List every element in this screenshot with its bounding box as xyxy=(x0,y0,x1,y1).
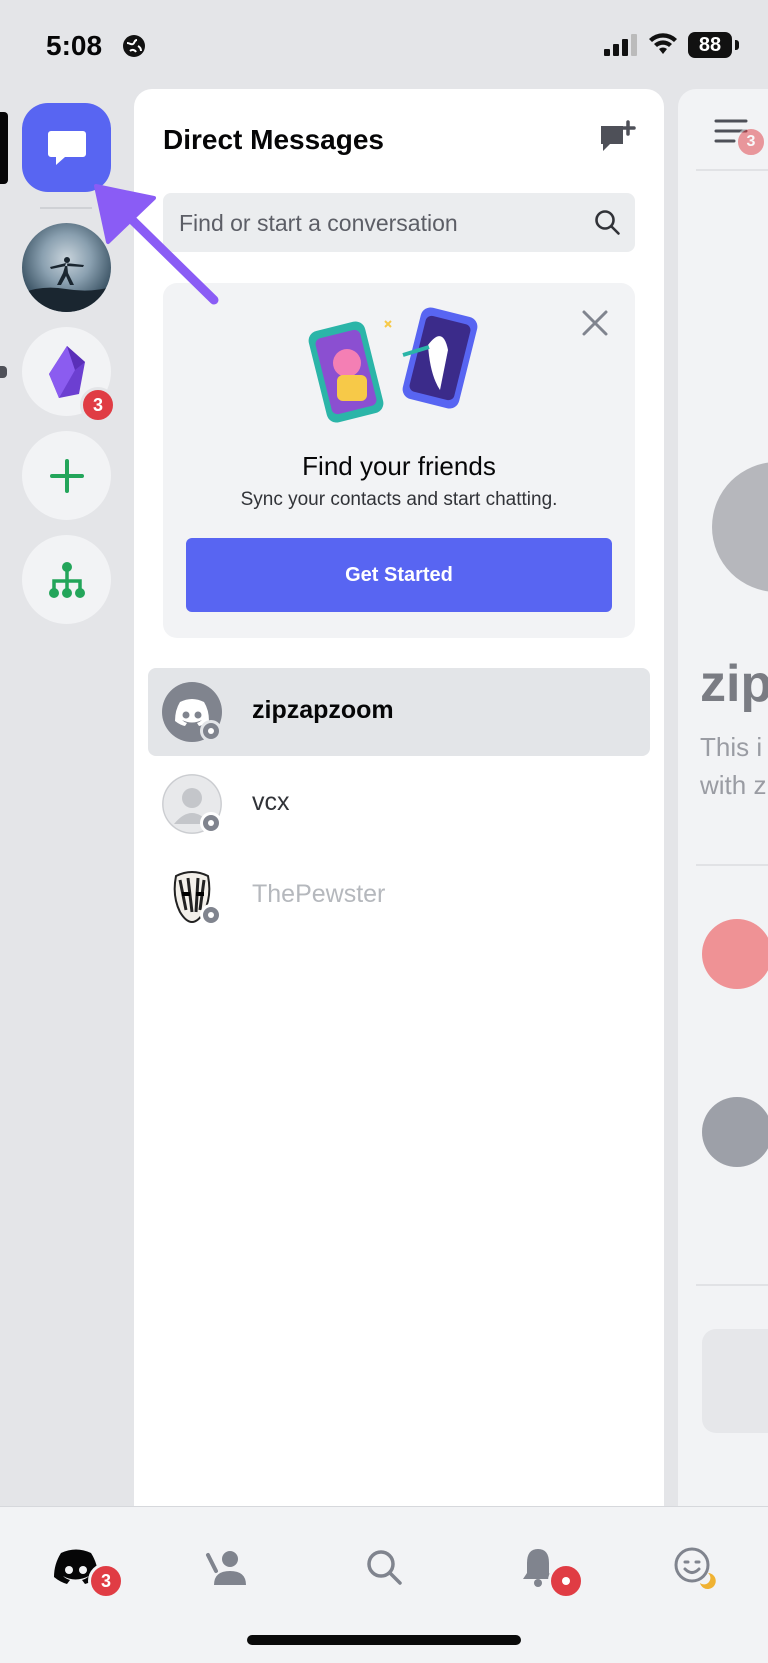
peek-line-2: with z xyxy=(700,770,767,800)
search-icon xyxy=(595,210,620,235)
status-time: 5:08 xyxy=(46,30,103,61)
offline-status-icon xyxy=(200,812,222,834)
direct-messages-button[interactable] xyxy=(22,103,111,192)
offline-status-icon xyxy=(200,904,222,926)
page-title: Direct Messages xyxy=(163,124,385,155)
tab-search[interactable] xyxy=(354,1537,414,1597)
annotation-arrow xyxy=(94,184,219,305)
search-icon xyxy=(367,1550,402,1585)
chat-preview-panel[interactable]: 3 zip This i with z xyxy=(678,89,768,1509)
hub-tree-icon xyxy=(48,561,85,598)
phones-illustration xyxy=(308,307,478,423)
divider xyxy=(696,864,768,866)
add-server-button[interactable] xyxy=(22,431,111,520)
badge-dot xyxy=(562,1577,570,1585)
card-subtitle: Sync your contacts and start chatting. xyxy=(240,489,558,510)
peek-avatar xyxy=(712,462,768,592)
dm-name: ThePewster xyxy=(252,880,386,908)
tab-profile[interactable] xyxy=(664,1537,724,1597)
tab-friends[interactable] xyxy=(196,1537,256,1597)
divider xyxy=(696,169,768,171)
dm-list-item[interactable]: ThePewster xyxy=(148,852,650,940)
card-title: Find your friends xyxy=(302,451,496,481)
peek-red-avatar xyxy=(702,919,768,989)
dm-list-item[interactable]: vcx xyxy=(148,760,650,848)
close-icon[interactable] xyxy=(581,309,609,337)
discover-button[interactable] xyxy=(22,535,111,624)
signal-icon xyxy=(604,34,637,56)
crystal-icon xyxy=(48,345,85,398)
peek-grey-avatar xyxy=(702,1097,768,1167)
home-notification-badge: 3 xyxy=(88,1563,124,1599)
smiley-status-icon xyxy=(674,1547,716,1589)
unread-indicator xyxy=(0,366,7,378)
dm-name: vcx xyxy=(252,788,290,816)
divider xyxy=(696,1284,768,1286)
find-friends-card: Find your friends Sync your contacts and… xyxy=(163,283,635,638)
offline-status-icon xyxy=(200,720,222,742)
chat-bubble-icon xyxy=(47,130,86,165)
peek-badge: 3 xyxy=(736,127,766,157)
globe-icon xyxy=(123,35,145,57)
peek-heading: zip xyxy=(700,655,768,713)
dm-name: zipzapzoom xyxy=(252,696,394,724)
home-indicator xyxy=(247,1635,521,1645)
rail-separator xyxy=(40,207,92,209)
get-started-button[interactable]: Get Started xyxy=(186,538,612,612)
new-message-icon[interactable] xyxy=(598,120,636,156)
selected-indicator xyxy=(0,112,8,184)
battery-indicator: 88 xyxy=(688,32,732,58)
battery-tip xyxy=(735,40,739,50)
friends-icon xyxy=(206,1551,246,1585)
peek-line-1: This i xyxy=(700,732,763,762)
dm-list-item[interactable]: zipzapzoom xyxy=(148,668,650,756)
plus-icon xyxy=(49,458,84,493)
search-input[interactable]: Find or start a conversation xyxy=(163,193,635,252)
notification-dot-badge xyxy=(548,1563,584,1599)
peek-call-card xyxy=(702,1329,768,1433)
wifi-icon xyxy=(649,33,677,54)
server-notification-badge: 3 xyxy=(80,387,116,423)
